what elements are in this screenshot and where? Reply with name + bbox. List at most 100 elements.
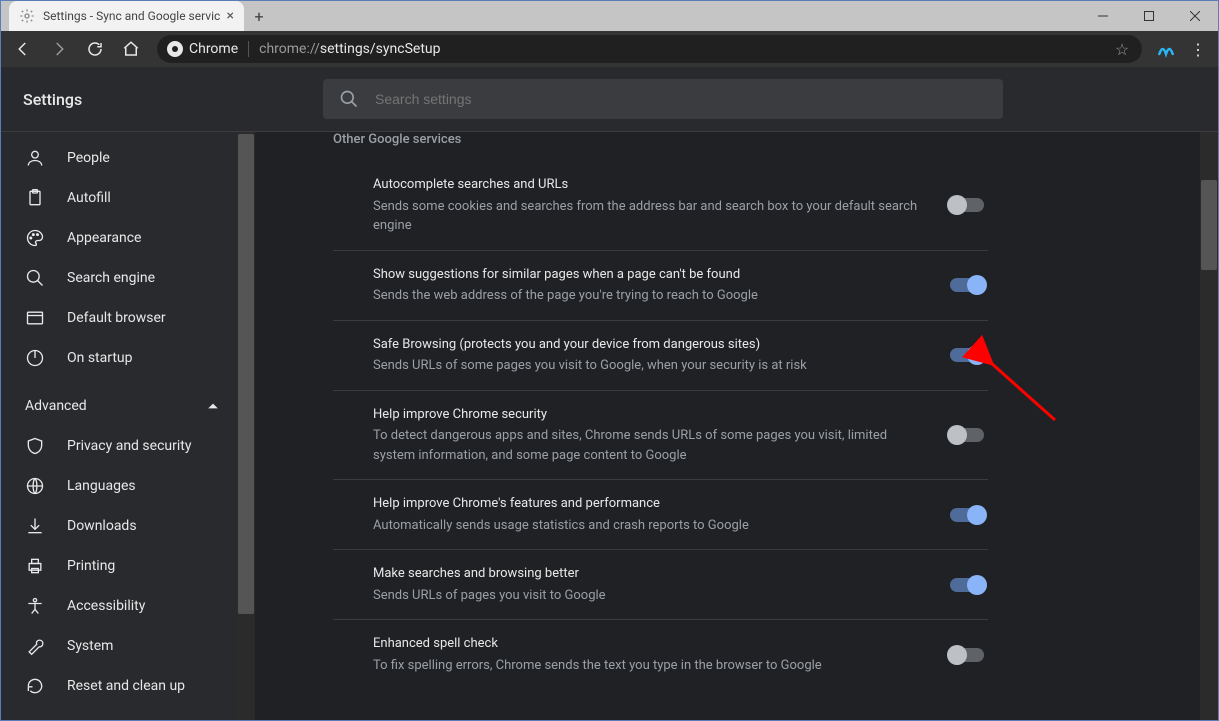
row-title: Make searches and browsing better	[373, 564, 930, 584]
sidebar-item-system[interactable]: System	[1, 626, 237, 666]
sidebar-item-privacy[interactable]: Privacy and security	[1, 426, 237, 466]
gear-icon	[19, 8, 35, 24]
sidebar-item-printing[interactable]: Printing	[1, 546, 237, 586]
row-title: Safe Browsing (protects you and your dev…	[373, 335, 930, 355]
sidebar-item-label: Appearance	[67, 230, 141, 246]
globe-icon	[25, 476, 45, 496]
settings-sidebar: People Autofill Appearance Search engine…	[1, 132, 237, 720]
row-title: Enhanced spell check	[373, 634, 930, 654]
setting-row-autocomplete: Autocomplete searches and URLs Sends som…	[333, 157, 988, 251]
download-icon	[25, 516, 45, 536]
sidebar-item-label: System	[67, 638, 113, 654]
toggle-suggestions[interactable]	[950, 278, 984, 292]
toggle-improve-security[interactable]	[950, 428, 984, 442]
setting-row-safe-browsing: Safe Browsing (protects you and your dev…	[333, 321, 988, 391]
setting-row-make-searches-better: Make searches and browsing better Sends …	[333, 550, 988, 620]
new-tab-button[interactable]: +	[244, 1, 274, 31]
row-subtitle: To fix spelling errors, Chrome sends the…	[373, 656, 930, 676]
sidebar-scrollbar[interactable]	[237, 132, 255, 720]
browser-toolbar: Chrome chrome://settings/syncSetup ☆ ⋮	[1, 31, 1218, 67]
restore-icon	[25, 676, 45, 696]
sidebar-item-autofill[interactable]: Autofill	[1, 178, 237, 218]
row-subtitle: Automatically sends usage statistics and…	[373, 516, 930, 536]
toggle-spell-check[interactable]	[950, 648, 984, 662]
toggle-autocomplete[interactable]	[950, 198, 984, 212]
toggle-make-searches-better[interactable]	[950, 578, 984, 592]
shield-icon	[25, 436, 45, 456]
row-subtitle: Sends some cookies and searches from the…	[373, 197, 930, 236]
browser-tab[interactable]: Settings - Sync and Google servic ×	[9, 1, 244, 31]
toggle-improve-features[interactable]	[950, 508, 984, 522]
forward-button	[43, 33, 75, 65]
setting-row-spell-check: Enhanced spell check To fix spelling err…	[333, 620, 988, 689]
row-subtitle: To detect dangerous apps and sites, Chro…	[373, 426, 930, 465]
person-icon	[25, 148, 45, 168]
search-icon	[25, 268, 45, 288]
address-bar[interactable]: Chrome chrome://settings/syncSetup ☆	[157, 35, 1142, 63]
setting-row-suggestions: Show suggestions for similar pages when …	[333, 251, 988, 321]
power-icon	[25, 348, 45, 368]
sidebar-item-label: Default browser	[67, 310, 166, 326]
url-text: chrome://settings/syncSetup	[249, 41, 1112, 57]
close-window-button[interactable]	[1172, 1, 1218, 31]
sidebar-item-appearance[interactable]: Appearance	[1, 218, 237, 258]
browser-icon	[25, 308, 45, 328]
maximize-button[interactable]	[1126, 1, 1172, 31]
search-settings-input[interactable]	[375, 91, 987, 107]
row-title: Show suggestions for similar pages when …	[373, 265, 930, 285]
section-title: Other Google services	[333, 132, 988, 157]
chip-label: Chrome	[189, 41, 238, 57]
extension-icon[interactable]	[1152, 35, 1180, 63]
chrome-icon	[167, 41, 183, 57]
search-icon	[339, 89, 359, 109]
sidebar-item-label: Search engine	[67, 270, 155, 286]
home-button[interactable]	[115, 33, 147, 65]
settings-main: Other Google services Autocomplete searc…	[333, 132, 988, 689]
back-button[interactable]	[7, 33, 39, 65]
close-icon[interactable]: ×	[227, 8, 234, 24]
page-title: Settings	[23, 90, 323, 109]
sidebar-item-languages[interactable]: Languages	[1, 466, 237, 506]
sidebar-item-reset[interactable]: Reset and clean up	[1, 666, 237, 706]
minimize-button[interactable]	[1080, 1, 1126, 31]
reload-button[interactable]	[79, 33, 111, 65]
printer-icon	[25, 556, 45, 576]
sidebar-item-label: Autofill	[67, 190, 111, 206]
settings-header: Settings	[1, 67, 1218, 131]
row-title: Help improve Chrome security	[373, 405, 930, 425]
sidebar-item-label: Privacy and security	[67, 438, 191, 454]
browser-menu-button[interactable]: ⋮	[1184, 35, 1212, 63]
wrench-icon	[25, 636, 45, 656]
row-title: Help improve Chrome's features and perfo…	[373, 494, 930, 514]
advanced-label: Advanced	[25, 398, 87, 414]
row-subtitle: Sends the web address of the page you're…	[373, 286, 930, 306]
setting-row-improve-security: Help improve Chrome security To detect d…	[333, 391, 988, 481]
window-titlebar: Settings - Sync and Google servic × +	[1, 1, 1218, 31]
sidebar-item-label: Downloads	[67, 518, 137, 534]
clipboard-icon	[25, 188, 45, 208]
scrollbar-thumb[interactable]	[1201, 180, 1217, 270]
palette-icon	[25, 228, 45, 248]
sidebar-item-default-browser[interactable]: Default browser	[1, 298, 237, 338]
accessibility-icon	[25, 596, 45, 616]
sidebar-item-label: On startup	[67, 350, 133, 366]
sidebar-item-label: Accessibility	[67, 598, 145, 614]
sidebar-section-advanced[interactable]: Advanced	[1, 386, 237, 426]
tab-title: Settings - Sync and Google servic	[43, 9, 221, 23]
sidebar-item-accessibility[interactable]: Accessibility	[1, 586, 237, 626]
chevron-up-icon	[207, 400, 219, 412]
setting-row-improve-features: Help improve Chrome's features and perfo…	[333, 480, 988, 550]
main-scrollbar[interactable]	[1200, 132, 1218, 720]
search-settings-box[interactable]	[323, 79, 1003, 119]
sidebar-item-on-startup[interactable]: On startup	[1, 338, 237, 378]
sidebar-item-label: People	[67, 150, 110, 166]
sidebar-item-downloads[interactable]: Downloads	[1, 506, 237, 546]
sidebar-item-label: Reset and clean up	[67, 678, 185, 694]
sidebar-item-people[interactable]: People	[1, 138, 237, 178]
row-subtitle: Sends URLs of some pages you visit to Go…	[373, 356, 930, 376]
toggle-safe-browsing[interactable]	[950, 348, 984, 362]
sidebar-item-label: Printing	[67, 558, 115, 574]
bookmark-star-icon[interactable]: ☆	[1112, 40, 1132, 59]
sidebar-item-search-engine[interactable]: Search engine	[1, 258, 237, 298]
scrollbar-thumb[interactable]	[238, 134, 254, 614]
